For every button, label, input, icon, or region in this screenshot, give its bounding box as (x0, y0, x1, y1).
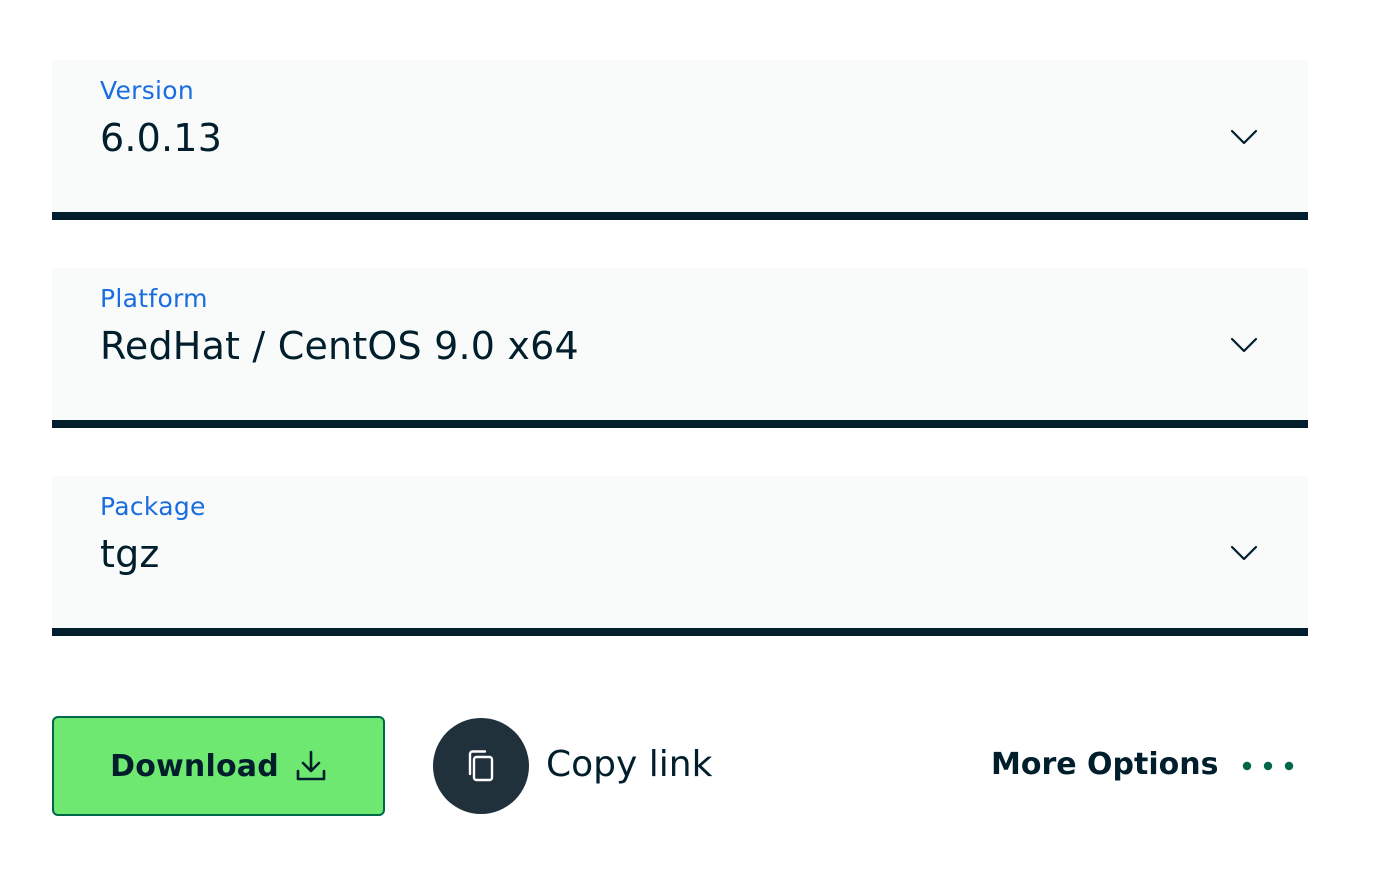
platform-value: RedHat / CentOS 9.0 x64 (100, 324, 579, 368)
version-select[interactable]: Version 6.0.13 (52, 60, 1308, 220)
more-options-link[interactable]: More Options (991, 747, 1218, 782)
platform-label: Platform (100, 284, 208, 313)
chevron-down-icon (1230, 129, 1258, 145)
chevron-down-icon (1230, 337, 1258, 353)
copy-link-button[interactable] (433, 718, 529, 814)
platform-select[interactable]: Platform RedHat / CentOS 9.0 x64 (52, 268, 1308, 428)
download-icon (296, 750, 326, 781)
version-label: Version (100, 76, 195, 105)
package-select[interactable]: Package tgz (52, 476, 1308, 636)
version-value: 6.0.13 (100, 116, 223, 160)
download-button[interactable]: Download (52, 716, 385, 816)
download-label: Download (110, 748, 279, 784)
ellipsis-icon[interactable] (1238, 756, 1298, 776)
package-label: Package (100, 492, 206, 521)
package-value: tgz (100, 532, 160, 576)
chevron-down-icon (1230, 545, 1258, 561)
copy-icon (468, 750, 494, 782)
copy-link-label[interactable]: Copy link (546, 744, 712, 785)
